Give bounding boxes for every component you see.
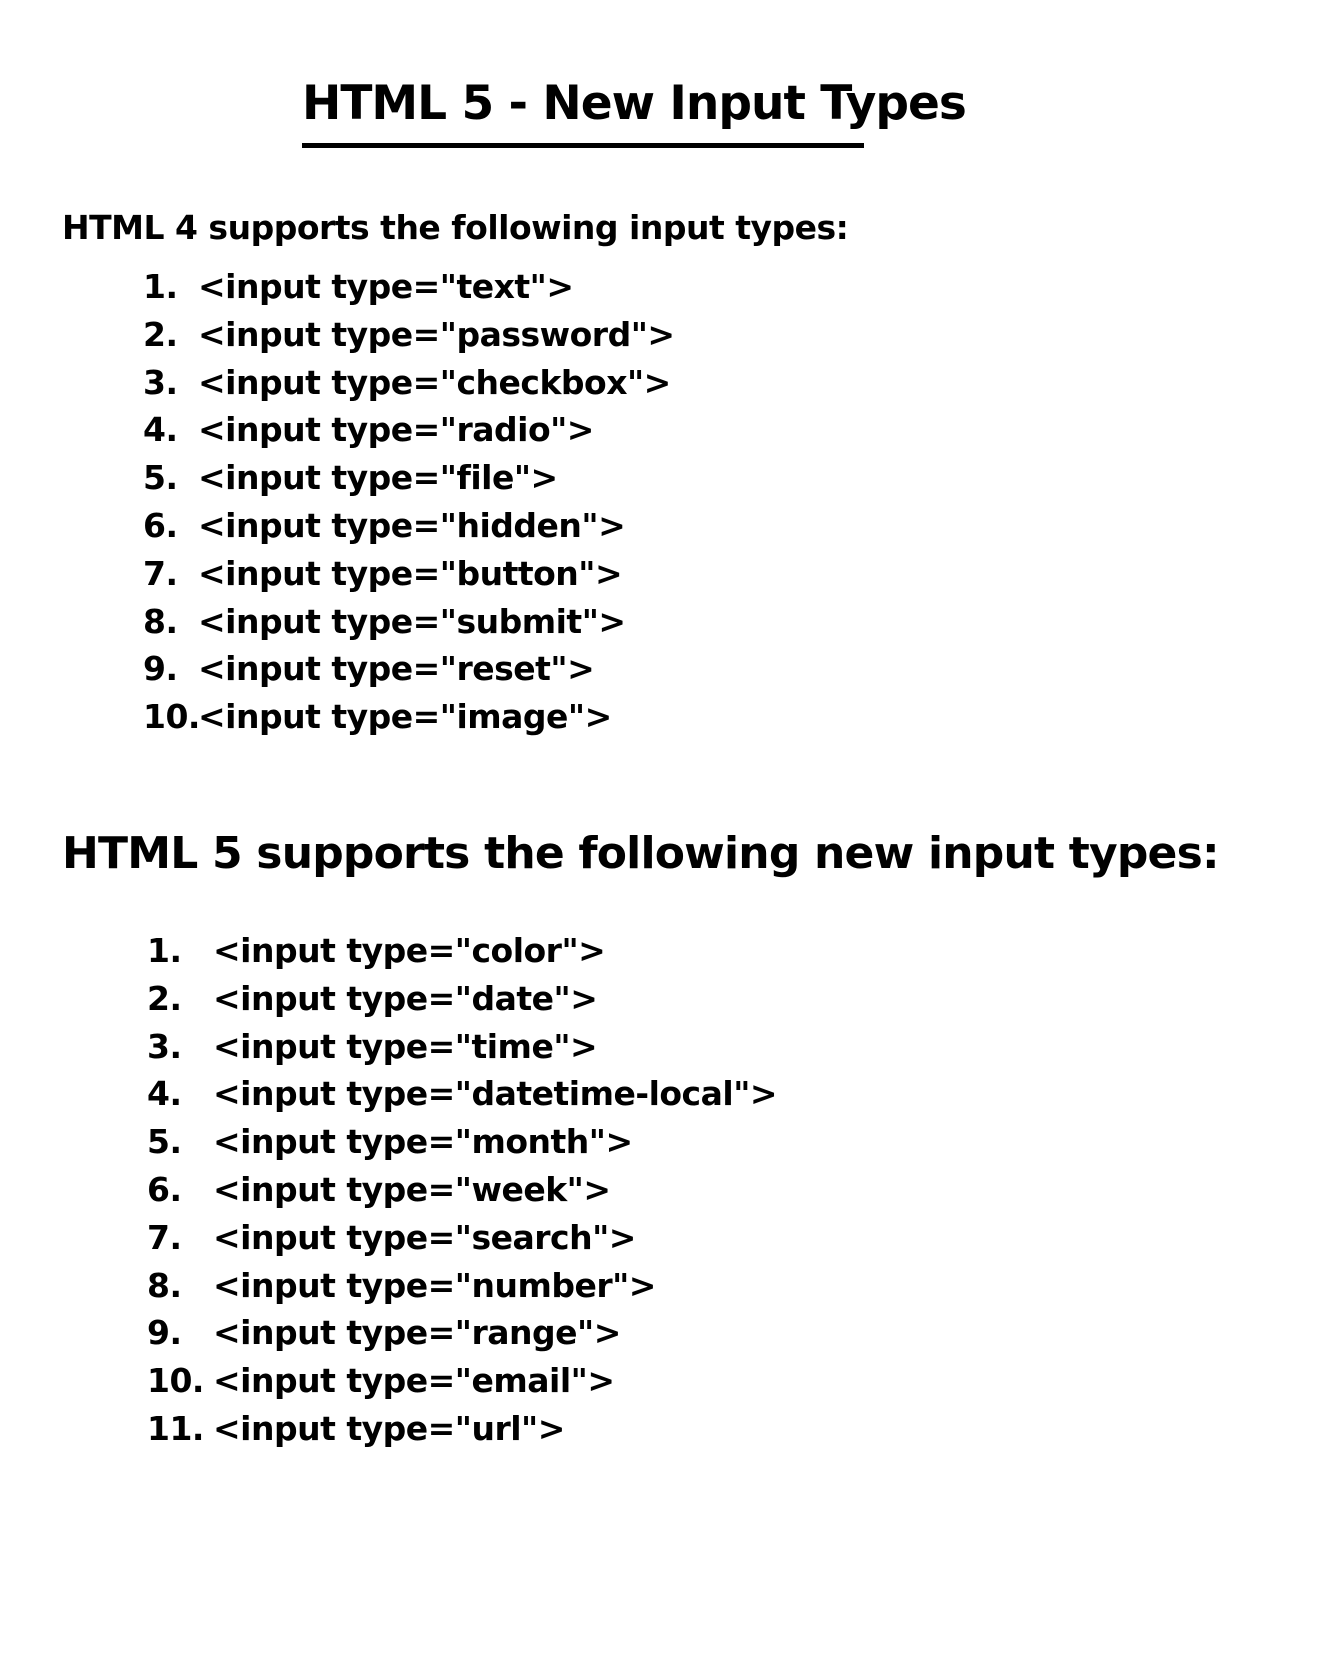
list-item-text: <input type="number"> (213, 1265, 656, 1305)
list-item-text: <input type="range"> (213, 1313, 621, 1353)
list-item-number: 5. (143, 458, 178, 498)
list-item-number: 4. (143, 410, 178, 450)
list-item-text: <input type="time"> (213, 1026, 598, 1066)
list-item-number: 9. (147, 1313, 182, 1353)
list-item-text: <input type="datetime-local"> (213, 1074, 778, 1114)
list-item-number: 8. (143, 601, 178, 641)
list-item-text: <input type="reset"> (198, 649, 595, 689)
list-item: 7. <input type="search"> (147, 1214, 777, 1262)
list-item: 4. <input type="datetime-local"> (147, 1070, 778, 1118)
list-item: 11. <input type="url"> (147, 1405, 777, 1453)
list-item-number: 2. (143, 314, 178, 354)
list-item-number: 10. (147, 1361, 204, 1401)
list-item-number: 7. (143, 553, 178, 593)
list-item-number: 2. (147, 978, 182, 1018)
list-item-number: 3. (147, 1026, 182, 1066)
html4-heading: HTML 4 supports the following input type… (62, 208, 849, 247)
list-item: 2. <input type="password"> (143, 311, 675, 359)
list-item: 5. <input type="file"> (143, 454, 675, 502)
list-item-text: <input type="url"> (213, 1408, 565, 1448)
list-item: 1. <input type="color"> (147, 927, 777, 975)
list-item: 8. <input type="submit"> (143, 598, 675, 646)
list-item-number: 6. (147, 1169, 182, 1209)
list-item-text: <input type="date"> (213, 978, 598, 1018)
list-item-number: 5. (147, 1122, 182, 1162)
list-item: 2. <input type="date"> (147, 975, 777, 1023)
html5-heading: HTML 5 supports the following new input … (62, 828, 1220, 879)
list-item-text: <input type="password"> (198, 314, 675, 354)
list-item-number: 9. (143, 649, 178, 689)
list-item: 9. <input type="range"> (147, 1309, 777, 1357)
list-item-text: <input type="month"> (213, 1122, 633, 1162)
list-item-text: <input type="file"> (198, 458, 558, 498)
list-item: 6. <input type="hidden"> (143, 502, 675, 550)
list-item-number: 6. (143, 505, 178, 545)
list-item-text: <input type="submit"> (198, 601, 626, 641)
list-item: 10. <input type="image"> (143, 693, 675, 741)
list-item-number: 1. (143, 267, 178, 306)
list-item-text: <input type="week"> (213, 1169, 611, 1209)
list-item: 1. <input type="text"> (143, 263, 675, 311)
list-item-text: <input type="search"> (213, 1217, 636, 1257)
title-underline (302, 143, 864, 148)
page-title: HTML 5 - New Input Types (302, 76, 967, 131)
list-item-number: 10. (143, 697, 200, 737)
list-item-text: <input type="checkbox"> (198, 362, 671, 402)
list-item: 10. <input type="email"> (147, 1357, 777, 1405)
list-item-number: 1. (147, 931, 182, 970)
list-item: 3. <input type="time"> (147, 1023, 777, 1071)
list-item: 4. <input type="radio"> (143, 406, 675, 454)
list-item-text: <input type="image"> (198, 697, 612, 737)
list-item-text: <input type="button"> (198, 553, 623, 593)
list-item-number: 4. (147, 1074, 182, 1114)
list-item: 6. <input type="week"> (147, 1166, 777, 1214)
list-item: 5. <input type="month"> (147, 1118, 777, 1166)
list-item-text: <input type="hidden"> (198, 505, 626, 545)
list-item-text: <input type="text"> (198, 267, 574, 306)
list-item: 8. <input type="number"> (147, 1262, 777, 1310)
list-item-number: 3. (143, 362, 178, 402)
list-item-text: <input type="radio"> (198, 410, 594, 450)
list-item: 3. <input type="checkbox"> (143, 359, 675, 407)
list-item-text: <input type="color"> (213, 931, 606, 970)
list-item: 9. <input type="reset"> (143, 645, 675, 693)
list-item-text: <input type="email"> (213, 1361, 615, 1401)
list-item: 7. <input type="button"> (143, 550, 675, 598)
html4-input-types-list: 1. <input type="text"> 2. <input type="pas… (143, 263, 675, 741)
list-item-number: 11. (147, 1408, 204, 1448)
list-item-number: 8. (147, 1265, 182, 1305)
list-item-number: 7. (147, 1217, 182, 1257)
html5-input-types-list: 1. <input type="color"> 2. <input type="da… (147, 927, 778, 1453)
